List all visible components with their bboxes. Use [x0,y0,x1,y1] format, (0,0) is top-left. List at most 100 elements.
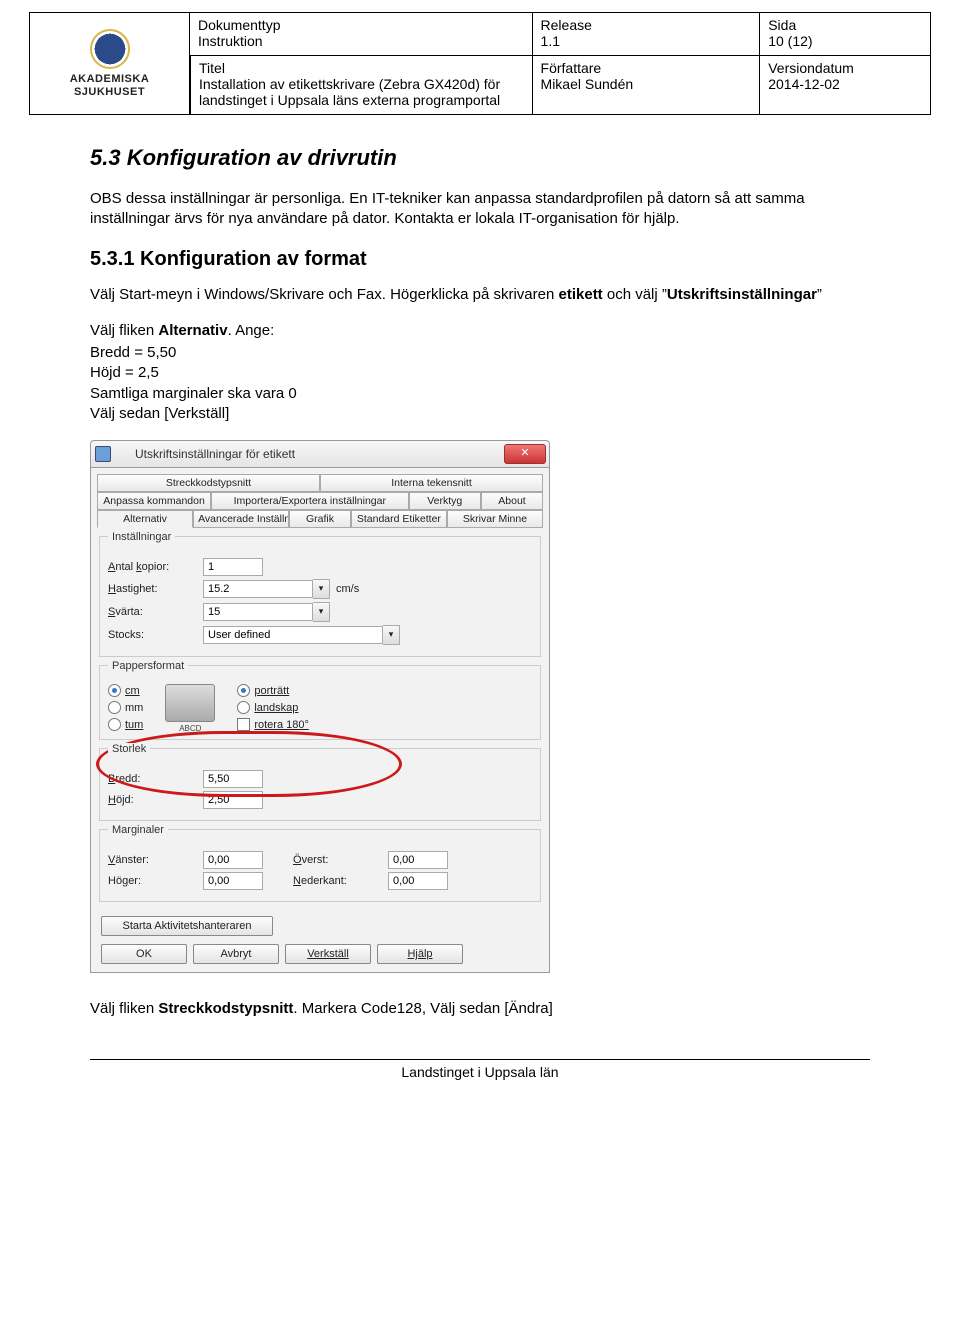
radio-landskap[interactable]: landskap [237,701,309,714]
hdr-versionsdatum: Versiondatum 2014-12-02 [759,55,930,114]
hdr-titel: Titel Installation av etikettskrivare (Z… [190,55,532,114]
radio-icon [108,718,121,731]
stocks-dropdown[interactable]: ▾ [203,625,400,645]
main-content: 5.3 Konfiguration av drivrutin OBS dessa… [90,145,870,1019]
dokumenttyp-label: Dokumenttyp [198,17,524,33]
radio-icon [108,684,121,697]
tab-row-top: Streckkodstypsnitt Interna tekensnitt [97,474,543,492]
hastighet-unit: cm/s [336,583,359,595]
verkstall-button[interactable]: Verkställ [285,944,371,964]
hdr-sida: Sida 10 (12) [759,13,930,55]
tab-avancerade[interactable]: Avancerade Inställningar [193,510,289,528]
para-obs: OBS dessa inställningar är personliga. E… [90,189,870,230]
chevron-down-icon[interactable]: ▾ [313,579,330,599]
avbryt-button[interactable]: Avbryt [193,944,279,964]
dialog-titlebar[interactable]: Utskriftsinställningar för etikett ✕ [90,440,550,467]
hastighet-label: Hastighet: [108,583,203,595]
tab-streckkodstypsnitt[interactable]: Streckkodstypsnitt [97,474,320,492]
tab-verktyg[interactable]: Verktyg [409,492,481,510]
heading-5-3: 5.3 Konfiguration av drivrutin [90,145,870,171]
svarta-label: Svärta: [108,606,203,618]
ok-button[interactable]: OK [101,944,187,964]
p3a: Välj fliken [90,322,158,339]
radio-icon [108,701,121,714]
para-streckkodstypsnitt: Välj fliken Streckkodstypsnitt. Markera … [90,999,870,1019]
hoger-input[interactable] [203,872,263,890]
forfattare-label: Författare [541,60,752,76]
tab-row-bot: Alternativ Avancerade Inställningar Graf… [97,510,543,528]
org-logo: AKADEMISKA SJUKHUSET [30,13,190,114]
radio-portratt-label: porträtt [254,685,289,697]
para-hojd: Höjd = 2,5 [90,363,870,383]
group-pappersformat-title: Pappersformat [108,660,188,672]
titel-label: Titel [199,60,524,76]
overst-input[interactable] [388,851,448,869]
vanster-input[interactable] [203,851,263,869]
radio-tum[interactable]: tum [108,718,143,731]
release-value: 1.1 [541,33,752,49]
verkstall-label: Verkställ [307,948,349,960]
tab-about[interactable]: About [481,492,543,510]
p8b: Streckkodstypsnitt [158,1000,293,1017]
forfattare-value: Mikael Sundén [541,76,752,92]
para-alternativ-intro: Välj fliken Alternativ. Ange: [90,321,870,341]
tab-importera-exportera[interactable]: Importera/Exportera inställningar [211,492,408,510]
tab-alternativ[interactable]: Alternativ [97,510,193,528]
check-rotera[interactable]: rotera 180° [237,718,309,731]
p2c: och välj ” [603,286,667,303]
antal-kopior-label: Antal kopior: [108,561,203,573]
radio-icon [237,701,250,714]
tab-anpassa-kommandon[interactable]: Anpassa kommandon [97,492,211,510]
dialog-button-row-2: OK Avbryt Verkställ Hjälp [97,938,543,966]
stocks-input[interactable] [203,626,383,644]
antal-kopior-input[interactable] [203,558,263,576]
p8c: . Markera Code128, Välj sedan [Ändra] [293,1000,552,1017]
svarta-input[interactable] [203,603,313,621]
group-storlek-title: Storlek [108,743,150,755]
radio-cm-label: cm [125,685,140,697]
sida-label: Sida [768,17,922,33]
nederkant-input[interactable] [388,872,448,890]
p3b: Alternativ [158,322,227,339]
para-start-menu: Välj Start-meyn i Windows/Skrivare och F… [90,285,870,305]
hjalp-button[interactable]: Hjälp [377,944,463,964]
para-verkstall: Välj sedan [Verkställ] [90,404,870,424]
hoger-label: Höger: [108,875,203,887]
svarta-dropdown[interactable]: ▾ [203,602,330,622]
stocks-label: Stocks: [108,629,203,641]
sida-value: 10 (12) [768,33,922,49]
tab-interna-tekensnitt[interactable]: Interna tekensnitt [320,474,543,492]
radio-mm[interactable]: mm [108,701,143,714]
dialog-button-row: Starta Aktivitetshanteraren [97,910,543,938]
page-footer: Landstinget i Uppsala län [0,1064,960,1080]
chevron-down-icon[interactable]: ▾ [313,602,330,622]
tab-row-mid: Anpassa kommandon Importera/Exportera in… [97,492,543,510]
hastighet-input[interactable] [203,580,313,598]
heading-5-3-1: 5.3.1 Konfiguration av format [90,248,870,271]
hastighet-dropdown[interactable]: ▾ [203,579,330,599]
group-installningar: Inställningar Antal kopior: Hastighet: ▾… [99,536,541,657]
printer-preview-icon [165,684,215,722]
chevron-down-icon[interactable]: ▾ [383,625,400,645]
print-settings-dialog: Utskriftsinställningar för etikett ✕ Str… [90,440,550,973]
hdr-release: Release 1.1 [532,13,760,55]
tab-skrivar-minne[interactable]: Skrivar Minne [447,510,543,528]
printer-icon [95,446,111,462]
starta-aktivitetshanteraren-button[interactable]: Starta Aktivitetshanteraren [101,916,273,936]
hojd-input[interactable] [203,791,263,809]
radio-portratt[interactable]: porträtt [237,684,309,697]
radio-cm[interactable]: cm [108,684,143,697]
tab-standard-etiketter[interactable]: Standard Etiketter [351,510,447,528]
hjalp-label: Hjälp [407,948,432,960]
bredd-label: Bredd: [108,773,203,785]
p2e: ” [817,286,822,303]
p2d: Utskriftsinställningar [667,286,817,303]
bredd-input[interactable] [203,770,263,788]
document-header: AKADEMISKA SJUKHUSET Dokumenttyp Instruk… [29,12,931,115]
tab-grafik[interactable]: Grafik [289,510,351,528]
close-button[interactable]: ✕ [504,444,546,464]
para-marginaler: Samtliga marginaler ska vara 0 [90,384,870,404]
logo-emblem-icon [90,29,130,69]
dialog-title: Utskriftsinställningar för etikett [115,447,295,461]
group-marginaler: Marginaler Vänster: Höger: [99,829,541,902]
